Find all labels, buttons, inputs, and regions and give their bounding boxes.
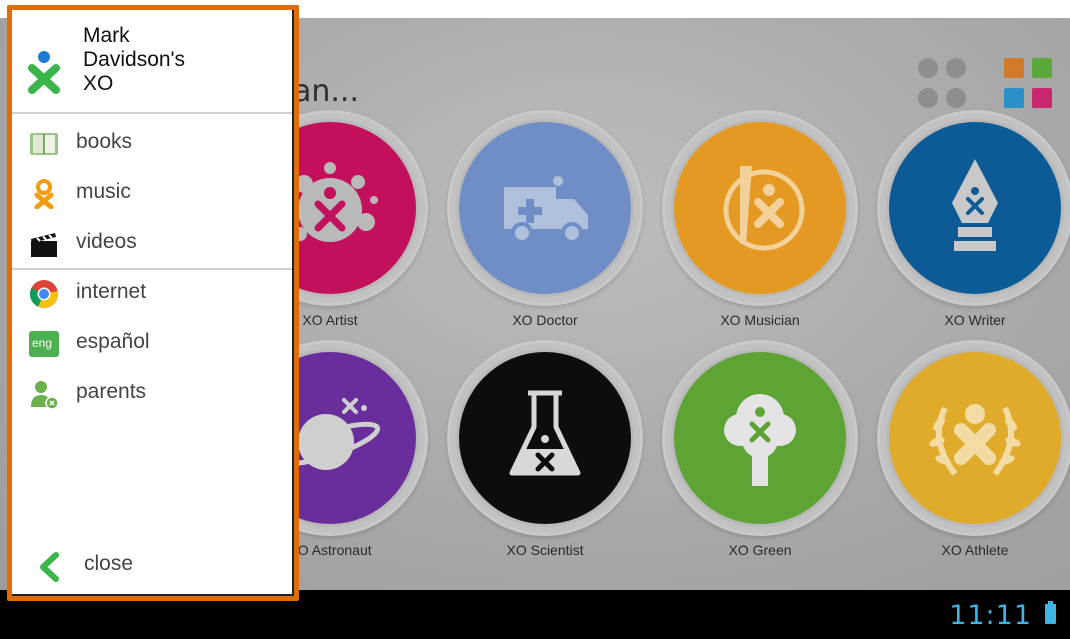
book-icon <box>30 133 58 155</box>
app-xo-athlete[interactable]: XO Athlete <box>877 340 1070 558</box>
app-xo-writer[interactable]: XO Writer <box>877 110 1070 328</box>
parent-user-icon <box>31 381 59 409</box>
drawer-header: Mark Davidson's XO <box>12 10 292 114</box>
eng-badge-icon: eng <box>29 331 59 357</box>
clock: 11:11 <box>949 600 1032 631</box>
app-disc <box>674 122 846 294</box>
menu-item-label: internet <box>76 280 147 303</box>
xo-logo-icon <box>28 51 60 94</box>
menu-item-internet[interactable]: internet <box>12 272 292 316</box>
app-label: XO Writer <box>944 312 1006 328</box>
app-disc <box>459 122 631 294</box>
app-xo-doctor[interactable]: XO Doctor <box>447 110 643 328</box>
laurel-icon <box>929 404 1021 476</box>
close-label: close <box>84 552 134 575</box>
navigation-drawer: Mark Davidson's XO books music videos in… <box>7 5 299 601</box>
view-toggle-squares-icon[interactable] <box>1004 58 1056 110</box>
app-xo-scientist[interactable]: XO Scientist <box>447 340 643 558</box>
app-label: XO Green <box>728 542 792 558</box>
app-label: XO Athlete <box>941 542 1009 558</box>
flask-icon <box>509 390 581 476</box>
menu-item-books[interactable]: books <box>12 122 292 166</box>
chrome-icon <box>29 280 58 308</box>
close-drawer-button[interactable]: close <box>12 540 292 590</box>
menu-item-music[interactable]: music <box>12 172 292 216</box>
music-icon <box>34 179 54 209</box>
menu-item-parents[interactable]: parents <box>12 372 292 416</box>
menu-item-label: parents <box>76 380 147 403</box>
view-toggle-dots-icon[interactable] <box>918 58 970 110</box>
app-xo-green[interactable]: XO Green <box>662 340 858 558</box>
tree-icon <box>724 394 796 486</box>
menu-item-label: music <box>76 180 131 203</box>
guitar-icon <box>723 166 805 251</box>
pen-nib-icon <box>952 159 998 251</box>
chevron-left-icon <box>40 552 59 582</box>
drawer-divider <box>12 268 292 270</box>
app-label: XO Doctor <box>512 312 578 328</box>
app-xo-musician[interactable]: XO Musician <box>662 110 858 328</box>
screen-title: an... <box>293 74 360 109</box>
app-label: XO Musician <box>720 312 800 328</box>
menu-item-espanol[interactable]: eng español <box>12 322 292 366</box>
ambulance-icon <box>504 176 588 244</box>
app-disc <box>674 352 846 524</box>
battery-icon <box>1045 601 1056 624</box>
menu-item-videos[interactable]: videos <box>12 222 292 266</box>
app-disc <box>889 352 1061 524</box>
app-label: XO Scientist <box>506 542 584 558</box>
clapperboard-icon <box>31 233 57 257</box>
device-owner-name: Mark Davidson's XO <box>83 24 186 95</box>
eng-badge-text: eng <box>32 336 53 350</box>
app-disc <box>889 122 1061 294</box>
app-disc <box>459 352 631 524</box>
menu-item-label: español <box>76 330 150 353</box>
menu-item-label: videos <box>76 230 137 253</box>
menu-item-label: books <box>76 130 133 153</box>
